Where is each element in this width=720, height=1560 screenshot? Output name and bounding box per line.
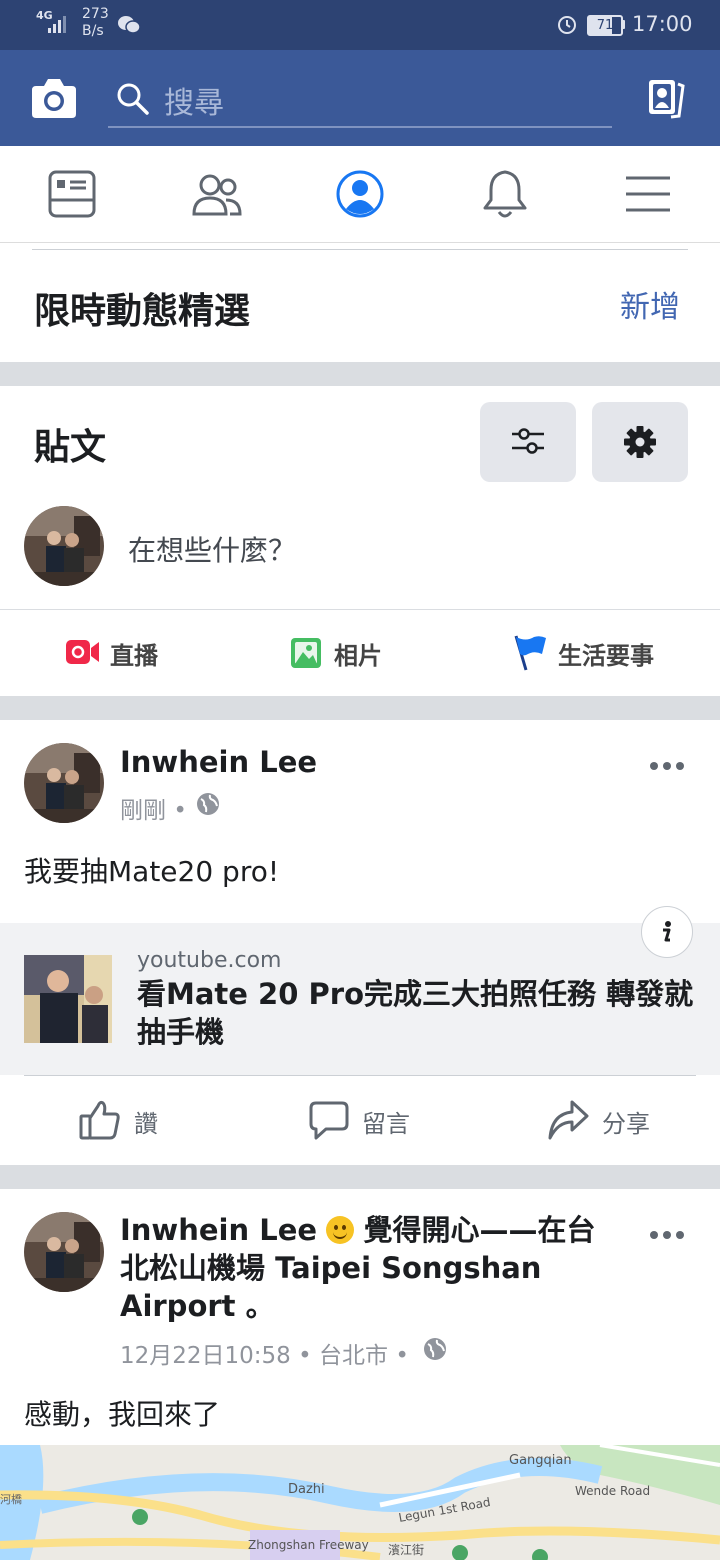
life-event-button[interactable]: 生活要事 [512, 634, 692, 671]
post-author-name[interactable]: Inwhein Lee [120, 1213, 317, 1247]
share-icon [548, 1100, 589, 1140]
status-bar: 4G 273 B/s 71 17:00 [0, 0, 720, 50]
search-input[interactable]: 搜尋 [164, 78, 224, 122]
composer-divider [0, 609, 720, 610]
post-time[interactable]: 12月22日10:58 [120, 1343, 291, 1369]
share-button[interactable]: 分享 [546, 1098, 676, 1142]
status-time: 17:00 [632, 12, 693, 36]
smile-icon [326, 1216, 355, 1244]
menu-icon[interactable] [626, 174, 670, 214]
map-label: Gangqian [509, 1453, 572, 1468]
meta-separator: • [298, 1343, 312, 1369]
post-time[interactable]: 剛剛 [120, 798, 166, 824]
like-icon [79, 1100, 120, 1140]
post-settings-button[interactable] [592, 402, 688, 482]
like-button[interactable]: 讚 [78, 1098, 198, 1142]
globe-icon [197, 793, 219, 815]
search-icon [117, 83, 149, 115]
notifications-icon[interactable] [482, 168, 528, 220]
highlights-title: 限時動態精選 [34, 291, 251, 332]
like-label: 讚 [134, 1110, 158, 1138]
post-text: 感動，我回來了 [24, 1398, 221, 1431]
filter-icon [512, 428, 544, 454]
section-separator [0, 362, 720, 386]
speed-unit: B/s [82, 23, 104, 39]
camera-icon[interactable] [30, 76, 78, 120]
globe-icon [424, 1338, 446, 1360]
battery-level: 71 [596, 18, 614, 33]
section-separator [0, 1165, 720, 1189]
speed-value: 273 [82, 6, 109, 22]
network-speed: 273 B/s [82, 6, 109, 40]
alarm-icon [558, 16, 576, 34]
post-options-icon[interactable] [650, 755, 689, 774]
map-label: Wende Road [575, 1484, 651, 1498]
meta-separator: • [173, 798, 187, 824]
post-author-avatar[interactable] [24, 743, 104, 823]
comment-icon [309, 1101, 349, 1140]
wechat-icon [118, 16, 141, 34]
link-title[interactable]: 看Mate 20 Pro完成三大拍照任務 轉發就抽手機 [137, 975, 697, 1051]
post-meta: 12月22日10:58 • 台北市 • [120, 1336, 409, 1370]
photo-icon [291, 638, 321, 668]
contacts-icon[interactable] [645, 76, 687, 120]
posts-title: 貼文 [34, 427, 107, 468]
post-options-icon[interactable] [650, 1224, 689, 1243]
app-header [0, 50, 720, 146]
post-meta: 剛剛 • [120, 791, 187, 825]
signal-icon [48, 16, 66, 33]
post-author-avatar[interactable] [24, 1212, 104, 1292]
post-author-name[interactable]: Inwhein Lee [120, 745, 317, 779]
map-label: 濱江街 [388, 1543, 425, 1557]
filter-posts-button[interactable] [480, 402, 576, 482]
section-separator [0, 696, 720, 720]
meta-separator: • [395, 1343, 409, 1369]
info-icon [663, 921, 671, 942]
news-feed-icon[interactable] [48, 170, 96, 218]
flag-icon [514, 635, 546, 671]
add-highlight-button[interactable]: 新增 [620, 282, 680, 326]
reactions-divider [24, 1075, 696, 1076]
avatar[interactable] [24, 506, 104, 586]
comment-label: 留言 [362, 1110, 410, 1138]
link-thumbnail [24, 955, 112, 1043]
life-event-label: 生活要事 [558, 642, 654, 670]
map-label: Zhongshan Freeway [248, 1538, 369, 1552]
search-underline [108, 126, 612, 128]
gear-icon [624, 426, 656, 458]
highlights-divider [32, 249, 688, 250]
battery-icon: 71 [587, 15, 623, 36]
battery-tip [622, 20, 625, 29]
live-video-icon [66, 640, 99, 664]
profile-tab-icon[interactable] [335, 169, 385, 219]
location-map[interactable]: 河橋 Gangqian Dazhi Wende Road Legun 1st R… [0, 1445, 720, 1560]
link-domain: youtube.com [137, 948, 282, 973]
comment-button[interactable]: 留言 [308, 1100, 438, 1144]
photo-button[interactable]: 相片 [290, 636, 440, 672]
photo-label: 相片 [334, 642, 382, 670]
composer-input[interactable]: 在想些什麼？ [128, 529, 296, 569]
post-header: Inwhein Lee 覺得開心——在台北松山機場 Taipei Songsha… [120, 1211, 620, 1325]
map-label: Dazhi [288, 1482, 325, 1497]
live-button[interactable]: 直播 [66, 636, 216, 672]
live-label: 直播 [110, 642, 158, 670]
post-text: 我要抽Mate20 pro! [24, 855, 280, 888]
friends-icon[interactable] [190, 170, 244, 218]
ad-info-button[interactable] [641, 906, 693, 958]
post-location[interactable]: 台北市 [319, 1343, 388, 1369]
share-label: 分享 [602, 1110, 650, 1138]
map-label: 河橋 [0, 1493, 22, 1506]
